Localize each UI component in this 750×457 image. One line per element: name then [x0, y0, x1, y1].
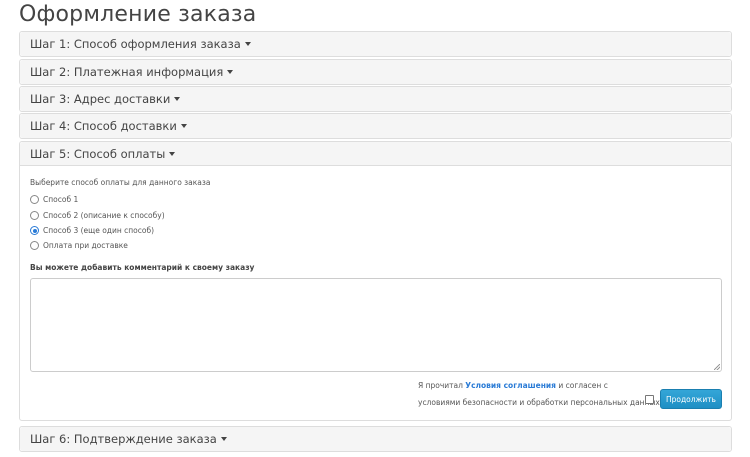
step-4-heading[interactable]: Шаг 4: Способ доставки — [20, 114, 731, 138]
payment-option-2[interactable]: Способ 2 (описание к способу) — [30, 211, 165, 220]
comment-textarea[interactable] — [30, 278, 722, 372]
payment-option-1[interactable]: Способ 1 — [30, 195, 78, 204]
step-2-label: Шаг 2: Платежная информация — [30, 65, 224, 79]
agreement-link[interactable]: Условия соглашения — [465, 381, 556, 390]
step-3-heading[interactable]: Шаг 3: Адрес доставки — [20, 87, 731, 111]
payment-option-4[interactable]: Оплата при доставке — [30, 241, 128, 250]
step-2-panel: Шаг 2: Платежная информация — [19, 59, 732, 85]
step-5-label: Шаг 5: Способ оплаты — [30, 146, 166, 161]
payment-method-body: Выберите способ оплаты для данного заказ… — [20, 166, 731, 421]
comment-label: Вы можете добавить комментарий к своему … — [30, 263, 255, 272]
caret-down-icon — [227, 70, 234, 74]
payment-option-2-label: Способ 2 (описание к способу) — [43, 211, 165, 220]
step-1-label: Шаг 1: Способ оформления заказа — [30, 37, 241, 51]
step-4-label: Шаг 4: Способ доставки — [30, 119, 177, 133]
payment-option-1-radio[interactable] — [30, 195, 39, 204]
payment-option-2-radio[interactable] — [30, 211, 39, 220]
caret-down-icon — [174, 97, 181, 101]
payment-option-3[interactable]: Способ 3 (еще один способ) — [30, 226, 154, 235]
step-6-panel: Шаг 6: Подтверждение заказа — [19, 426, 732, 452]
step-4-panel: Шаг 4: Способ доставки — [19, 113, 732, 139]
agreement-checkbox[interactable] — [645, 395, 654, 404]
payment-option-3-radio[interactable] — [30, 226, 39, 235]
step-1-heading[interactable]: Шаг 1: Способ оформления заказа — [20, 32, 731, 56]
payment-option-4-label: Оплата при доставке — [43, 241, 128, 250]
step-5-panel: Шаг 5: Способ оплаты Выберите способ опл… — [19, 141, 732, 421]
payment-hint: Выберите способ оплаты для данного заказ… — [30, 178, 211, 187]
payment-option-4-radio[interactable] — [30, 241, 39, 250]
page-title: Оформление заказа — [19, 2, 257, 27]
agreement-suffix: и согласен с — [555, 381, 608, 390]
step-3-label: Шаг 3: Адрес доставки — [30, 92, 171, 106]
step-6-label: Шаг 6: Подтверждение заказа — [30, 432, 217, 446]
continue-button[interactable]: Продолжить — [660, 389, 722, 409]
caret-down-icon — [169, 151, 176, 156]
agreement-line-2: условиями безопасности и обработки персо… — [418, 398, 660, 407]
step-5-heading[interactable]: Шаг 5: Способ оплаты — [20, 142, 731, 166]
caret-down-icon — [220, 437, 227, 441]
payment-option-3-label: Способ 3 (еще один способ) — [43, 226, 155, 235]
agreement-text: Я прочитал Условия соглашения и согласен… — [418, 381, 608, 390]
step-2-heading[interactable]: Шаг 2: Платежная информация — [20, 60, 731, 84]
caret-down-icon — [244, 42, 251, 46]
step-1-panel: Шаг 1: Способ оформления заказа — [19, 31, 732, 57]
agreement-prefix: Я прочитал — [418, 381, 466, 390]
step-6-heading[interactable]: Шаг 6: Подтверждение заказа — [20, 427, 731, 451]
resize-grip-icon[interactable] — [714, 364, 720, 370]
step-3-panel: Шаг 3: Адрес доставки — [19, 86, 732, 112]
payment-option-1-label: Способ 1 — [43, 195, 79, 204]
caret-down-icon — [180, 124, 187, 128]
